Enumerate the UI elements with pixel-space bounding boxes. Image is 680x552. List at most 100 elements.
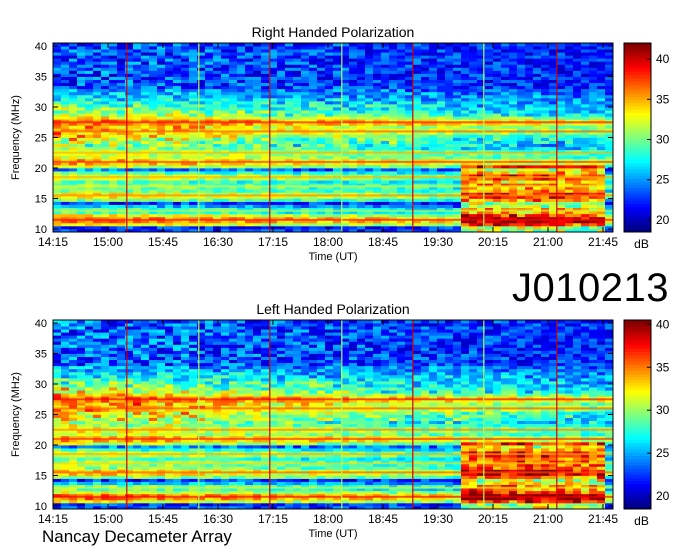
spectrogram-cell bbox=[277, 100, 286, 105]
spectrogram-cell bbox=[93, 91, 102, 96]
spectrogram-cell bbox=[117, 55, 126, 59]
spectrogram-cell bbox=[293, 73, 302, 77]
spectrogram-cell bbox=[357, 110, 366, 114]
spectrogram-cell bbox=[509, 204, 518, 209]
spectrogram-cell bbox=[445, 85, 454, 90]
spectrogram-cell bbox=[349, 189, 358, 193]
spectrogram-cell bbox=[85, 189, 94, 193]
spectrogram-cell bbox=[557, 213, 566, 218]
spectrogram-cell bbox=[285, 70, 294, 74]
spectrogram-cell bbox=[237, 164, 246, 169]
spectrogram-cell bbox=[565, 137, 574, 141]
spectrogram-cell bbox=[69, 329, 78, 333]
spectrogram-cell bbox=[565, 107, 574, 111]
spectrogram-cell bbox=[77, 58, 86, 62]
spectrogram-cell bbox=[245, 201, 254, 205]
spectrogram-cell bbox=[93, 326, 102, 330]
spectrogram-cell bbox=[245, 198, 254, 202]
spectrogram-cell bbox=[53, 387, 62, 391]
spectrogram-cell bbox=[61, 387, 70, 391]
spectrogram-cell bbox=[237, 107, 246, 111]
spectrogram-cell bbox=[69, 374, 78, 379]
spectrogram-cell bbox=[229, 76, 238, 80]
spectrogram-cell bbox=[421, 67, 430, 71]
spectrogram-cell bbox=[365, 67, 374, 71]
spectrogram-cell bbox=[85, 359, 94, 364]
spectrogram-cell bbox=[557, 107, 566, 111]
spectrogram-cell bbox=[253, 52, 262, 56]
spectrogram-cell bbox=[309, 73, 318, 77]
spectrogram-cell bbox=[221, 180, 230, 184]
spectrogram-cell bbox=[541, 143, 550, 148]
spectrogram-cell bbox=[533, 140, 542, 144]
spectrogram-cell bbox=[93, 475, 102, 479]
spectrogram-cell bbox=[53, 213, 62, 218]
spectrogram-cell bbox=[245, 88, 254, 93]
spectrogram-cell bbox=[61, 73, 70, 77]
spectrogram-cell bbox=[325, 171, 334, 175]
spectrogram-cell bbox=[181, 204, 190, 209]
spectrogram-cell bbox=[133, 82, 142, 87]
spectrogram-cell bbox=[253, 204, 262, 209]
spectrogram-cell bbox=[109, 61, 118, 65]
spectrogram-cell bbox=[589, 58, 598, 62]
spectrogram-cell bbox=[77, 341, 86, 345]
spectrogram-cell bbox=[165, 46, 174, 50]
spectrogram-cell bbox=[77, 73, 86, 77]
spectrogram-cell bbox=[181, 225, 190, 230]
spectrogram-cell bbox=[149, 76, 158, 80]
interference-line bbox=[483, 43, 485, 232]
spectrogram-cell bbox=[285, 137, 294, 141]
spectrogram-cell bbox=[133, 73, 142, 77]
spectrogram-cell bbox=[317, 189, 326, 193]
spectrogram-cell bbox=[93, 134, 102, 138]
spectrogram-cell bbox=[69, 107, 78, 111]
spectrogram-cell bbox=[453, 82, 462, 87]
spectrogram-cell bbox=[381, 107, 390, 111]
spectrogram-cell bbox=[77, 43, 86, 47]
spectrogram-cell bbox=[525, 61, 534, 65]
spectrogram-cell bbox=[469, 82, 478, 87]
spectrogram-cell bbox=[557, 204, 566, 209]
spectrogram-cell bbox=[205, 201, 214, 205]
spectrogram-cell bbox=[381, 198, 390, 202]
spectrogram-cell bbox=[69, 85, 78, 90]
spectrogram-cell bbox=[533, 64, 542, 68]
spectrogram-cell bbox=[61, 155, 70, 160]
spectrogram-cell bbox=[397, 189, 406, 193]
spectrogram-cell bbox=[61, 329, 70, 333]
spectrogram-cell bbox=[421, 107, 430, 111]
spectrogram-cell bbox=[61, 335, 70, 339]
spectrogram-cell bbox=[293, 82, 302, 87]
spectrogram-cell bbox=[381, 100, 390, 105]
spectrogram-cell bbox=[301, 198, 310, 202]
spectrogram-cell bbox=[437, 198, 446, 202]
spectrogram-cell bbox=[493, 100, 502, 105]
spectrogram-cell bbox=[109, 222, 118, 227]
spectrogram-cell bbox=[461, 82, 470, 87]
spectrogram-cell bbox=[485, 52, 494, 56]
spectrogram-cell bbox=[525, 43, 534, 47]
spectrogram-cell bbox=[517, 61, 526, 65]
spectrogram-cell bbox=[485, 55, 494, 59]
spectrogram-cell bbox=[381, 125, 390, 129]
spectrogram-cell bbox=[517, 213, 526, 218]
spectrogram-cell bbox=[141, 52, 150, 56]
spectrogram-cell bbox=[493, 43, 502, 47]
spectrogram-cell bbox=[373, 52, 382, 56]
spectrogram-cell bbox=[181, 113, 190, 117]
spectrogram-cell bbox=[533, 88, 542, 93]
spectrogram-cell bbox=[261, 73, 270, 77]
spectrogram-cell bbox=[413, 100, 422, 105]
spectrogram-cell bbox=[317, 97, 326, 102]
spectrogram-cell bbox=[173, 58, 182, 62]
spectrogram-cell bbox=[165, 85, 174, 90]
spectrogram-cell bbox=[245, 49, 254, 53]
spectrogram-cell bbox=[413, 134, 422, 138]
spectrogram-cell bbox=[285, 134, 294, 138]
spectrogram-cell bbox=[389, 134, 398, 138]
spectrogram-cell bbox=[93, 335, 102, 339]
spectrogram-cell bbox=[597, 67, 606, 71]
spectrogram-cell bbox=[109, 374, 118, 379]
spectrogram-cell bbox=[469, 55, 478, 59]
